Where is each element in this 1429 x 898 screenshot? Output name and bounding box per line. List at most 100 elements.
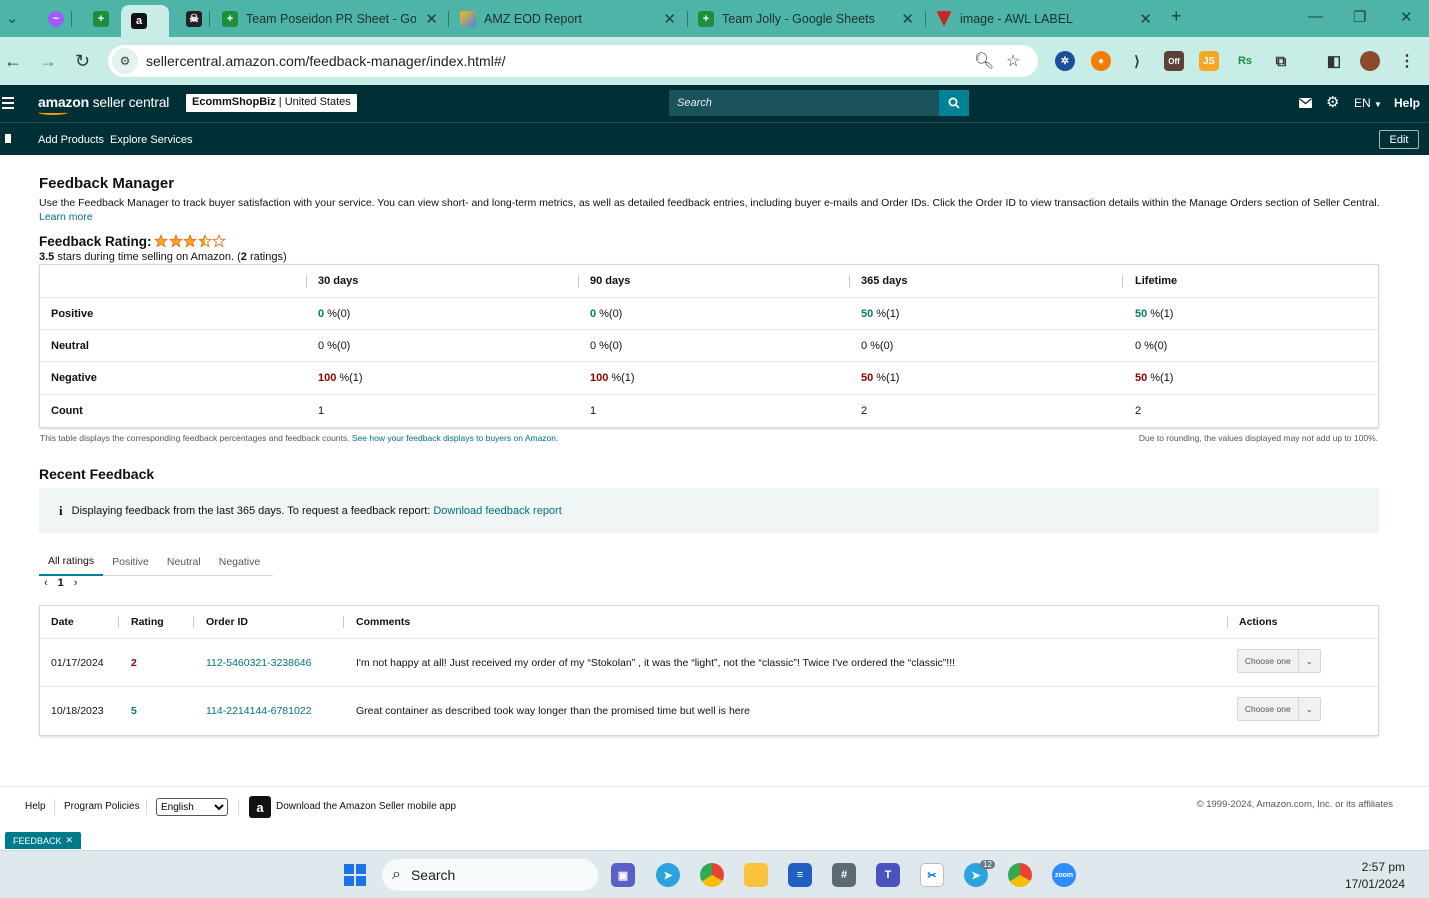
- extension-icon[interactable]: ⟩: [1127, 51, 1147, 71]
- prev-page-icon[interactable]: ‹: [44, 577, 48, 589]
- close-icon[interactable]: ✕: [663, 10, 676, 28]
- tab-team-jolly[interactable]: + Team Jolly - Google Sheets ✕: [688, 4, 924, 33]
- calculator-icon[interactable]: #: [832, 863, 856, 887]
- close-icon[interactable]: ✕: [425, 10, 438, 28]
- telegram-icon[interactable]: ➤: [656, 863, 680, 887]
- col-90-days: 90 days: [590, 275, 631, 287]
- search-button[interactable]: [939, 90, 969, 116]
- tab-messenger[interactable]: ~: [38, 4, 74, 33]
- url-text[interactable]: sellercentral.amazon.com/feedback-manage…: [146, 53, 506, 69]
- snipping-tool-icon[interactable]: ✂: [920, 863, 944, 887]
- close-icon[interactable]: ✕: [1139, 10, 1152, 28]
- windows-start-icon[interactable]: [343, 863, 367, 887]
- metric-value: 100: [590, 372, 609, 384]
- header-search-input[interactable]: [669, 90, 939, 116]
- help-link[interactable]: Help: [1394, 96, 1420, 110]
- google-sheets-icon: +: [698, 10, 714, 27]
- bookmark-star-icon[interactable]: ☆: [1006, 51, 1020, 71]
- col-date: Date: [51, 616, 74, 628]
- back-arrow-icon[interactable]: ←: [4, 51, 22, 72]
- info-alert: i Displaying feedback from the last 365 …: [39, 488, 1379, 533]
- reload-icon[interactable]: ↻: [75, 51, 90, 72]
- nav-explore-services[interactable]: Explore Services: [110, 134, 193, 146]
- forward-arrow-icon[interactable]: →: [39, 51, 57, 72]
- minimize-icon[interactable]: —: [1308, 8, 1323, 25]
- tab-neutral[interactable]: Neutral: [158, 548, 210, 576]
- taskbar-search[interactable]: ⌕ Search: [382, 859, 598, 891]
- tab-amz-eod-report[interactable]: AMZ EOD Report ✕: [450, 4, 686, 33]
- action-dropdown[interactable]: Choose one ⌄: [1237, 697, 1321, 721]
- tab-search-chevron-icon[interactable]: ⌄: [6, 9, 19, 27]
- extension-rs-icon[interactable]: Rs: [1235, 51, 1255, 71]
- metrics-header-row: 30 days 90 days 365 days Lifetime: [40, 265, 1378, 298]
- order-id-link[interactable]: 112-5460321-3238646: [206, 639, 312, 686]
- feedback-widget-tab[interactable]: FEEDBACK ✕: [5, 832, 82, 849]
- program-policies-link[interactable]: Program Policies: [64, 801, 140, 812]
- extension-js-icon[interactable]: JS: [1199, 51, 1219, 71]
- table-note: This table displays the corresponding fe…: [40, 433, 558, 443]
- buyer-display-link[interactable]: See how your feedback displays to buyers…: [352, 433, 558, 443]
- recent-feedback-table: Date Rating Order ID Comments Actions 01…: [39, 605, 1379, 736]
- metrics-row-label: Negative: [51, 372, 97, 384]
- tab-all-ratings[interactable]: All ratings: [39, 548, 104, 576]
- order-id-link[interactable]: 114-2214144-6781022: [206, 687, 312, 735]
- language-selector[interactable]: EN ▼: [1354, 96, 1382, 110]
- extension-icon[interactable]: ✲: [1055, 51, 1075, 71]
- footer-language-select[interactable]: English: [156, 798, 228, 816]
- notepad-icon[interactable]: ≡: [788, 863, 812, 887]
- bookmark-icon[interactable]: [5, 134, 11, 143]
- chrome-profile-icon[interactable]: [1008, 863, 1032, 887]
- feedback-date: 10/18/2023: [51, 705, 104, 717]
- close-icon[interactable]: ✕: [901, 10, 914, 28]
- extension-off-icon[interactable]: Off: [1164, 51, 1184, 71]
- close-icon[interactable]: ✕: [66, 835, 74, 846]
- tab-negative[interactable]: Negative: [210, 548, 269, 576]
- metric-value: 0: [1135, 339, 1142, 352]
- mobile-app-link[interactable]: Download the Amazon Seller mobile app: [276, 801, 456, 812]
- tab-title: image - AWL LABEL: [960, 11, 1074, 26]
- site-settings-icon[interactable]: ⚙: [112, 48, 138, 74]
- tab-team-poseidon[interactable]: + Team Poseidon PR Sheet - Goo ✕: [212, 4, 448, 33]
- rating-summary-value: 3.5: [39, 251, 55, 263]
- footer-help-link[interactable]: Help: [25, 801, 46, 812]
- chrome-menu-icon[interactable]: ⋮: [1397, 51, 1417, 71]
- tab-positive[interactable]: Positive: [103, 548, 158, 576]
- pagination: ‹ 1 ›: [44, 577, 77, 589]
- zoom-app-icon[interactable]: zoom: [1052, 863, 1076, 887]
- mail-icon[interactable]: [1299, 98, 1312, 108]
- action-dropdown[interactable]: Choose one ⌄: [1237, 649, 1321, 673]
- new-tab-plus-icon[interactable]: +: [1171, 6, 1182, 27]
- download-feedback-report-link[interactable]: Download feedback report: [433, 505, 561, 517]
- close-window-icon[interactable]: ✕: [1400, 8, 1413, 26]
- file-explorer-icon[interactable]: [744, 863, 768, 887]
- zoom-icon[interactable]: 🔍︎: [974, 51, 994, 71]
- hamburger-menu-icon[interactable]: [2, 97, 14, 112]
- profile-avatar[interactable]: [1360, 51, 1380, 71]
- current-page[interactable]: 1: [58, 577, 64, 589]
- learn-more-link[interactable]: Learn more: [39, 211, 93, 223]
- seller-central-logo[interactable]: amazon seller central: [38, 94, 169, 115]
- chat-icon[interactable]: ▣: [611, 863, 635, 887]
- tab-pirate[interactable]: ☠: [176, 4, 212, 33]
- nav-add-products[interactable]: Add Products: [38, 134, 104, 146]
- tab-amazon-active[interactable]: a: [121, 5, 169, 37]
- side-panel-icon[interactable]: ◧: [1324, 51, 1344, 71]
- tab-awl-label[interactable]: image - AWL LABEL ✕: [926, 4, 1162, 33]
- metrics-cell: 0 %(0): [318, 330, 350, 361]
- settings-gear-icon[interactable]: ⚙: [1326, 93, 1339, 111]
- extensions-puzzle-icon[interactable]: ⧉: [1271, 51, 1291, 71]
- teams-icon[interactable]: T: [876, 863, 900, 887]
- metrics-cell: 1: [318, 395, 327, 427]
- store-switcher[interactable]: EcommShopBiz | United States: [186, 94, 357, 112]
- address-bar[interactable]: ⚙ sellercentral.amazon.com/feedback-mana…: [108, 45, 1038, 77]
- google-sheets-icon: +: [222, 10, 238, 27]
- tab-sheets-pinned[interactable]: +: [83, 4, 119, 33]
- restore-icon[interactable]: ❐: [1353, 8, 1366, 26]
- metric-value: 0: [318, 339, 325, 352]
- metrics-row-positive: Positive 0 %(0) 0 %(0) 50 %(1) 50 %(1): [40, 298, 1378, 330]
- edit-nav-button[interactable]: Edit: [1379, 130, 1419, 149]
- next-page-icon[interactable]: ›: [74, 577, 78, 589]
- extension-icon[interactable]: ●: [1091, 51, 1111, 71]
- system-clock[interactable]: 2:57 pm 17/01/2024: [1345, 859, 1405, 893]
- chrome-icon[interactable]: [700, 863, 724, 887]
